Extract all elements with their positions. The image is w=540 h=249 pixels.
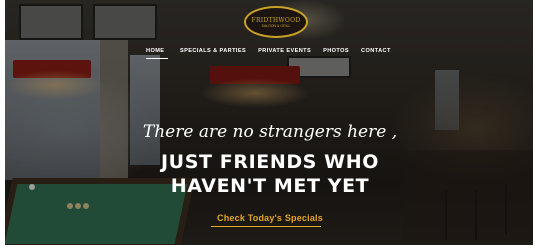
hero-tagline: There are no strangers here , (142, 122, 398, 142)
check-specials-link[interactable]: Check Today's Specials (0, 213, 540, 223)
nav-item-specials[interactable]: SPECIALS & PARTIES (180, 48, 246, 59)
nav-item-photos[interactable]: PHOTOS (323, 48, 349, 59)
logo-subtext: SALOON & GRILL (261, 23, 291, 28)
nav-item-private-events[interactable]: PRIVATE EVENTS (258, 48, 311, 59)
page: FRIDTHWOOD SALOON & GRILL HOME SPECIALS … (0, 0, 540, 249)
cta-underline (211, 226, 321, 227)
brand-logo[interactable]: FRIDTHWOOD SALOON & GRILL (244, 6, 308, 38)
hero-headline-line2: HAVEN'T MET YET (170, 175, 370, 197)
logo-text: FRIDTHWOOD (251, 16, 301, 24)
nav-list: HOME SPECIALS & PARTIES PRIVATE EVENTS P… (146, 48, 403, 59)
nav-item-home[interactable]: HOME (146, 48, 168, 59)
hero-headline-line1: JUST FRIENDS WHO (161, 151, 379, 173)
nav-item-contact[interactable]: CONTACT (361, 48, 391, 59)
